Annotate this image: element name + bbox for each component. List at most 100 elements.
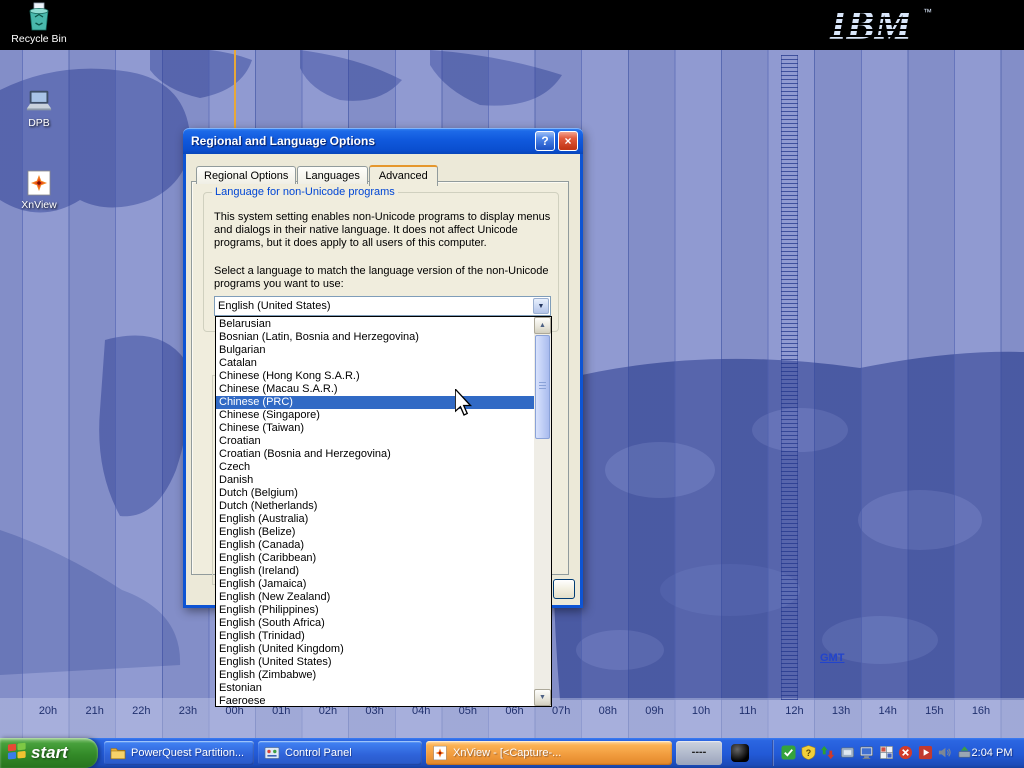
language-option[interactable]: English (Ireland)	[216, 565, 534, 578]
combobox-dropdown-button[interactable]: ▼	[533, 298, 549, 314]
language-option[interactable]: Dutch (Belgium)	[216, 487, 534, 500]
tab-regional-options[interactable]: Regional Options	[196, 166, 296, 184]
language-option[interactable]: Estonian	[216, 682, 534, 695]
hour-label: 08h	[592, 705, 624, 717]
titlebar[interactable]: Regional and Language Options ? ×	[183, 128, 583, 154]
hour-label: 21h	[79, 705, 111, 717]
hour-label: 12h	[778, 705, 810, 717]
volume-icon[interactable]	[937, 745, 952, 760]
ibm-trademark: ™	[923, 7, 932, 17]
language-option[interactable]: Chinese (Macau S.A.R.)	[216, 383, 534, 396]
timezone-marker-line	[234, 50, 236, 128]
dropdown-items: BelarusianBosnian (Latin, Bosnia and Her…	[216, 317, 534, 706]
desktop-icon-recycle-bin[interactable]: Recycle Bin	[8, 2, 70, 45]
language-groupbox: Language for non-Unicode programs This s…	[203, 192, 559, 332]
question-icon[interactable]: ?	[801, 745, 816, 760]
language-option[interactable]: English (Belize)	[216, 526, 534, 539]
language-option[interactable]: Belarusian	[216, 318, 534, 331]
scroll-down-button[interactable]: ▼	[534, 689, 551, 706]
language-option[interactable]: English (Zimbabwe)	[216, 669, 534, 682]
xnview-icon	[432, 745, 448, 761]
language-option[interactable]: English (Australia)	[216, 513, 534, 526]
xnview-icon	[25, 168, 53, 198]
language-option[interactable]: English (Philippines)	[216, 604, 534, 617]
taskbar-button-1[interactable]: PowerQuest Partition...	[104, 741, 254, 765]
close-button[interactable]: ×	[558, 131, 578, 151]
taskbar-toolbar-icon[interactable]	[731, 744, 749, 762]
tab-languages[interactable]: Languages	[297, 166, 367, 184]
top-banner: IBM ™	[0, 0, 1024, 50]
language-option[interactable]: English (New Zealand)	[216, 591, 534, 604]
language-option[interactable]: Bulgarian	[216, 344, 534, 357]
language-option[interactable]: Danish	[216, 474, 534, 487]
language-dropdown-list: BelarusianBosnian (Latin, Bosnia and Her…	[215, 316, 552, 707]
scroll-up-button[interactable]: ▲	[534, 317, 551, 334]
tab-strip: Regional OptionsLanguagesAdvanced	[196, 163, 439, 183]
display-icon[interactable]	[859, 745, 874, 760]
device-icon[interactable]	[840, 745, 855, 760]
language-option[interactable]: Dutch (Netherlands)	[216, 500, 534, 513]
help-button[interactable]: ?	[535, 131, 555, 151]
taskbar-button-label: PowerQuest Partition...	[131, 747, 244, 759]
hour-label: 22h	[125, 705, 157, 717]
language-option[interactable]: English (Trinidad)	[216, 630, 534, 643]
language-option[interactable]: Chinese (Taiwan)	[216, 422, 534, 435]
language-option[interactable]: Chinese (PRC)	[216, 396, 534, 409]
language-option[interactable]: English (South Africa)	[216, 617, 534, 630]
language-option[interactable]: English (Caribbean)	[216, 552, 534, 565]
tray-divider	[772, 740, 774, 766]
language-combobox[interactable]: English (United States) ▼	[214, 296, 551, 316]
hour-label: 10h	[685, 705, 717, 717]
desktop-icon-label: XnView	[8, 199, 70, 211]
hour-label: 09h	[638, 705, 670, 717]
language-option[interactable]: Croatian	[216, 435, 534, 448]
recycle-bin-icon	[25, 2, 53, 32]
language-option[interactable]: Czech	[216, 461, 534, 474]
hour-label: 16h	[965, 705, 997, 717]
media-icon[interactable]	[918, 745, 933, 760]
hour-label: 14h	[872, 705, 904, 717]
taskbar-button-label: XnView - [<Capture-...	[453, 747, 561, 759]
window-title: Regional and Language Options	[183, 134, 535, 148]
removable-device-icon[interactable]	[957, 745, 972, 760]
taskbar-button-2[interactable]: Control Panel	[258, 741, 422, 765]
hour-label: 11h	[732, 705, 764, 717]
desktop-icon-xnview[interactable]: XnView	[8, 168, 70, 211]
language-option[interactable]: English (Jamaica)	[216, 578, 534, 591]
grid-icon[interactable]	[879, 745, 894, 760]
scroll-thumb[interactable]	[535, 335, 550, 439]
taskbar: start ---- 2:04 PM PowerQuest Partition.…	[0, 738, 1024, 768]
dropdown-scrollbar[interactable]: ▲ ▼	[534, 317, 551, 706]
language-option[interactable]: Catalan	[216, 357, 534, 370]
svg-text:?: ?	[805, 748, 810, 758]
combobox-value: English (United States)	[218, 300, 331, 312]
desktop-icon-dpb[interactable]: DPB	[8, 86, 70, 129]
taskbar-clock[interactable]: 2:04 PM	[964, 738, 1020, 768]
hour-label: 13h	[825, 705, 857, 717]
alert-icon[interactable]	[898, 745, 913, 760]
taskbar-deskband[interactable]: ----	[676, 741, 722, 765]
language-option[interactable]: Croatian (Bosnia and Herzegovina)	[216, 448, 534, 461]
start-button[interactable]: start	[0, 738, 98, 768]
instruction-text: Select a language to match the language …	[214, 265, 560, 291]
control-panel-icon	[264, 745, 280, 761]
taskbar-button-3[interactable]: XnView - [<Capture-...	[426, 741, 672, 765]
language-option[interactable]: Bosnian (Latin, Bosnia and Herzegovina)	[216, 331, 534, 344]
folder-icon	[110, 745, 126, 761]
language-option[interactable]: Faeroese	[216, 695, 534, 706]
partial-dialog-button[interactable]	[553, 579, 575, 599]
desktop-icon-label: DPB	[8, 117, 70, 129]
taskbar-button-label: Control Panel	[285, 747, 352, 759]
windows-flag-icon	[7, 741, 27, 766]
hour-label: 23h	[172, 705, 204, 717]
language-option[interactable]: English (Canada)	[216, 539, 534, 552]
tab-advanced[interactable]: Advanced	[369, 165, 438, 186]
updown-arrows-icon[interactable]	[820, 745, 835, 760]
language-option[interactable]: Chinese (Singapore)	[216, 409, 534, 422]
language-option[interactable]: Chinese (Hong Kong S.A.R.)	[216, 370, 534, 383]
language-option[interactable]: English (United States)	[216, 656, 534, 669]
shield-icon[interactable]	[781, 745, 796, 760]
desktop-icon-label: Recycle Bin	[8, 33, 70, 45]
language-option[interactable]: English (United Kingdom)	[216, 643, 534, 656]
ibm-logo: IBM ™	[828, 1, 936, 49]
